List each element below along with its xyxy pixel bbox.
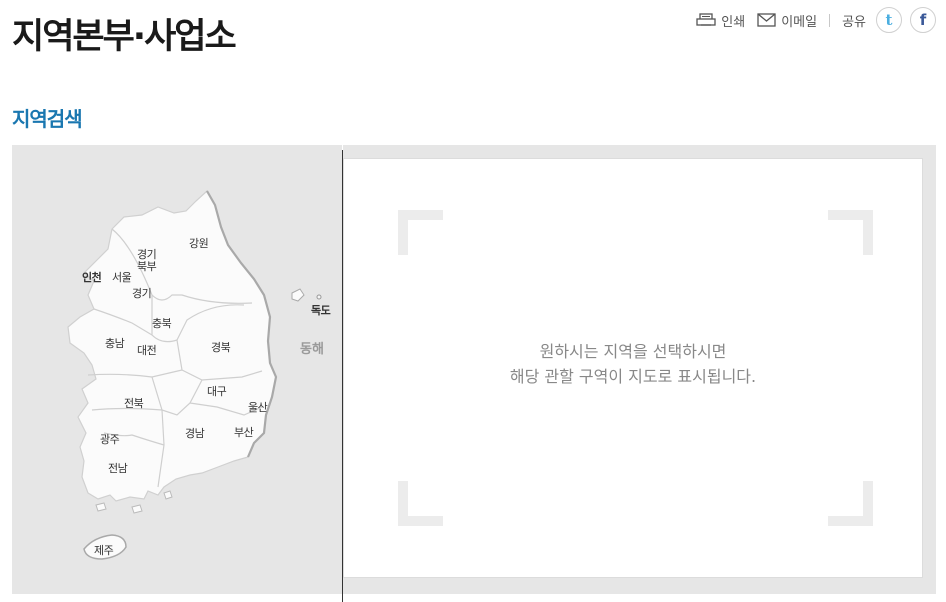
page-title: 지역본부·사업소	[12, 17, 237, 57]
region-gangwon[interactable]: 강원	[189, 235, 209, 251]
twitter-icon: t	[885, 11, 893, 29]
region-map-panel: 강원 경기 북부 인천 서울 경기 충북 충남 대전 경북 대구 울산 전북 경…	[12, 145, 342, 594]
region-gyeongnam[interactable]: 경남	[185, 425, 205, 441]
region-chungbuk[interactable]: 충북	[152, 315, 172, 331]
separator	[829, 13, 831, 27]
corner-bracket-top-right	[828, 210, 873, 255]
region-gyeongbuk[interactable]: 경북	[211, 339, 231, 355]
share-label: 공유	[842, 14, 866, 30]
section-title: 지역검색	[12, 107, 83, 131]
region-chungnam[interactable]: 충남	[105, 335, 125, 351]
corner-bracket-bottom-left	[398, 481, 443, 526]
email-button[interactable]: 이메일	[757, 11, 817, 30]
email-label: 이메일	[781, 14, 818, 30]
region-daegu[interactable]: 대구	[207, 383, 227, 399]
corner-bracket-bottom-right	[828, 481, 873, 526]
region-incheon[interactable]: 인천	[82, 269, 102, 285]
result-message: 원하시는 지역을 선택하시면 해당 관할 구역이 지도로 표시됩니다.	[344, 339, 922, 389]
region-busan[interactable]: 부산	[234, 424, 254, 440]
region-dokdo[interactable]: 독도	[311, 302, 331, 318]
region-jeonbuk[interactable]: 전북	[124, 395, 144, 411]
ulleungdo-shape[interactable]	[291, 288, 305, 302]
utility-bar: 인쇄 이메일 공유 t f	[696, 6, 936, 34]
region-jeonnam[interactable]: 전남	[108, 460, 128, 476]
region-jeju[interactable]: 제주	[94, 542, 114, 558]
sea-label: 동해	[300, 342, 324, 357]
facebook-icon: f	[919, 11, 927, 29]
twitter-share-button[interactable]: t	[876, 7, 902, 33]
region-daejeon[interactable]: 대전	[137, 342, 157, 358]
result-panel: 원하시는 지역을 선택하시면 해당 관할 구역이 지도로 표시됩니다.	[343, 145, 936, 594]
print-label: 인쇄	[721, 14, 746, 30]
region-ulsan[interactable]: 울산	[248, 399, 268, 415]
envelope-icon	[757, 13, 776, 27]
korea-map	[67, 190, 322, 560]
facebook-share-button[interactable]: f	[910, 7, 936, 33]
region-gyeonggi[interactable]: 경기	[132, 285, 152, 301]
region-gyeonggi-north[interactable]: 경기 북부	[137, 249, 157, 273]
region-seoul[interactable]: 서울	[112, 269, 132, 285]
dokdo-shape[interactable]	[316, 294, 322, 300]
printer-icon	[696, 12, 716, 26]
corner-bracket-top-left	[398, 210, 443, 255]
result-message-line1: 원하시는 지역을 선택하시면	[539, 342, 727, 361]
result-message-line2: 해당 관할 구역이 지도로 표시됩니다.	[509, 367, 757, 386]
print-button[interactable]: 인쇄	[696, 11, 745, 30]
mainland-shape[interactable]	[67, 190, 277, 502]
region-gwangju[interactable]: 광주	[100, 431, 120, 447]
result-display: 원하시는 지역을 선택하시면 해당 관할 구역이 지도로 표시됩니다.	[343, 158, 923, 578]
